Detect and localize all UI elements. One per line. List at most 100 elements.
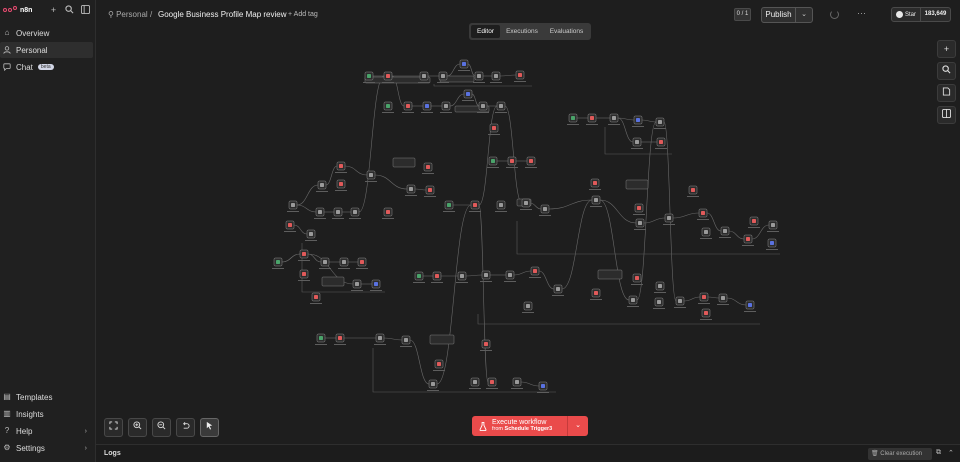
workflow-node[interactable] xyxy=(632,115,644,127)
workflow-node[interactable] xyxy=(365,170,377,182)
workflow-node[interactable] xyxy=(405,184,417,196)
workflow-node[interactable] xyxy=(486,377,498,389)
workflow-node[interactable] xyxy=(653,297,665,309)
sidebar-item-personal[interactable]: Personal xyxy=(0,42,93,58)
workflow-node[interactable] xyxy=(462,89,474,101)
workflow-node[interactable] xyxy=(663,213,675,225)
workflow-node[interactable] xyxy=(298,249,310,261)
workflow-node[interactable] xyxy=(374,333,386,345)
workflow-node[interactable] xyxy=(487,156,499,168)
workflow-node[interactable] xyxy=(586,113,598,125)
workflow-node[interactable] xyxy=(332,207,344,219)
search-nodes-button[interactable] xyxy=(937,62,956,80)
workflow-node[interactable] xyxy=(305,229,317,241)
workflow-node[interactable] xyxy=(654,281,666,293)
workflow-node[interactable] xyxy=(431,271,443,283)
workflow-node[interactable] xyxy=(440,101,452,113)
workflow-node[interactable] xyxy=(402,101,414,113)
workflow-node[interactable] xyxy=(697,208,709,220)
publish-button[interactable]: Publish ⌄ xyxy=(761,7,813,23)
workflow-node[interactable] xyxy=(456,271,468,283)
workflow-node[interactable] xyxy=(469,200,481,212)
workflow-node[interactable] xyxy=(719,226,731,238)
workflow-node[interactable] xyxy=(717,293,729,305)
workflow-node[interactable] xyxy=(514,70,526,82)
workflow-node[interactable] xyxy=(742,234,754,246)
sidebar-item-settings[interactable]: ⚙ Settings › xyxy=(0,440,93,456)
workflow-node[interactable] xyxy=(698,292,710,304)
fit-view-button[interactable] xyxy=(104,418,123,437)
workflow-node[interactable] xyxy=(443,200,455,212)
workflow-node[interactable] xyxy=(590,195,602,207)
workflow-node[interactable] xyxy=(520,198,532,210)
search-icon[interactable] xyxy=(64,5,75,16)
workflow-node[interactable] xyxy=(316,180,328,192)
workflow-node[interactable] xyxy=(287,200,299,212)
undo-button[interactable] xyxy=(176,418,195,437)
workflow-node[interactable] xyxy=(674,296,686,308)
workflow-node[interactable] xyxy=(335,161,347,173)
workflow-node[interactable] xyxy=(589,178,601,190)
workflow-node[interactable] xyxy=(382,101,394,113)
workflow-node[interactable] xyxy=(315,333,327,345)
clear-execution-button[interactable]: 🗑 Clear execution xyxy=(868,448,932,460)
sidebar-item-chat[interactable]: Chat beta xyxy=(0,59,93,75)
zoom-in-button[interactable] xyxy=(128,418,147,437)
workflow-node[interactable] xyxy=(511,377,523,389)
workflow-node[interactable] xyxy=(335,179,347,191)
workflow-node[interactable] xyxy=(767,220,779,232)
sidebar-item-templates[interactable]: ▤ Templates xyxy=(0,389,93,405)
more-options-icon[interactable]: ··· xyxy=(857,8,866,18)
workflow-node[interactable] xyxy=(700,308,712,320)
ai-agent-node[interactable] xyxy=(625,179,649,190)
workflow-node[interactable] xyxy=(356,257,368,269)
sidebar-item-overview[interactable]: ⌂ Overview xyxy=(0,25,93,41)
workflow-node[interactable] xyxy=(537,381,549,393)
workflow-node[interactable] xyxy=(539,204,551,216)
workflow-node[interactable] xyxy=(608,113,620,125)
workflow-node[interactable] xyxy=(488,123,500,135)
workflow-node[interactable] xyxy=(480,339,492,351)
ai-agent-node[interactable] xyxy=(597,269,623,280)
collapse-sidebar-icon[interactable] xyxy=(80,4,91,16)
workflow-node[interactable] xyxy=(433,359,445,371)
workflow-node[interactable] xyxy=(370,279,382,291)
chevron-down-icon[interactable]: ⌄ xyxy=(568,416,588,436)
workflow-node[interactable] xyxy=(314,207,326,219)
workflow-node[interactable] xyxy=(567,113,579,125)
workflow-node[interactable] xyxy=(655,137,667,149)
zoom-out-button[interactable] xyxy=(152,418,171,437)
workflow-node[interactable] xyxy=(748,216,760,228)
workflow-node[interactable] xyxy=(525,156,537,168)
workflow-node[interactable] xyxy=(633,203,645,215)
workflow-node[interactable] xyxy=(744,300,756,312)
workflow-node[interactable] xyxy=(427,379,439,391)
workflow-node[interactable] xyxy=(338,257,350,269)
workflow-node[interactable] xyxy=(634,218,646,230)
workflow-node[interactable] xyxy=(766,238,778,250)
ai-agent-node[interactable] xyxy=(321,276,345,287)
workflow-node[interactable] xyxy=(687,185,699,197)
workflow-node[interactable] xyxy=(480,270,492,282)
workflow-node[interactable] xyxy=(590,288,602,300)
popout-icon[interactable]: ⧉ xyxy=(936,449,941,457)
chevron-up-icon[interactable]: ⌃ xyxy=(948,449,954,457)
sidebar-item-insights[interactable]: ▥ Insights xyxy=(0,406,93,422)
ai-agent-node[interactable] xyxy=(429,334,455,345)
workflow-node[interactable] xyxy=(529,266,541,278)
workflow-node[interactable] xyxy=(422,162,434,174)
workflow-node[interactable] xyxy=(469,377,481,389)
logs-panel[interactable]: Logs 🗑 Clear execution ⧉ ⌃ xyxy=(96,444,960,462)
workflow-node[interactable] xyxy=(458,59,470,71)
n8n-logo[interactable]: n8n xyxy=(3,5,35,16)
workflow-title[interactable]: Google Business Profile Map review xyxy=(158,10,287,19)
workflow-node[interactable] xyxy=(700,227,712,239)
workflow-node[interactable] xyxy=(631,137,643,149)
workflow-node[interactable] xyxy=(506,156,518,168)
sidebar-item-help[interactable]: ? Help › xyxy=(0,423,93,439)
workflow-node[interactable] xyxy=(552,284,564,296)
workflow-node[interactable] xyxy=(382,207,394,219)
chevron-down-icon[interactable]: ⌄ xyxy=(796,8,812,22)
workflow-node[interactable] xyxy=(654,117,666,129)
selection-mode-button[interactable] xyxy=(200,418,219,437)
